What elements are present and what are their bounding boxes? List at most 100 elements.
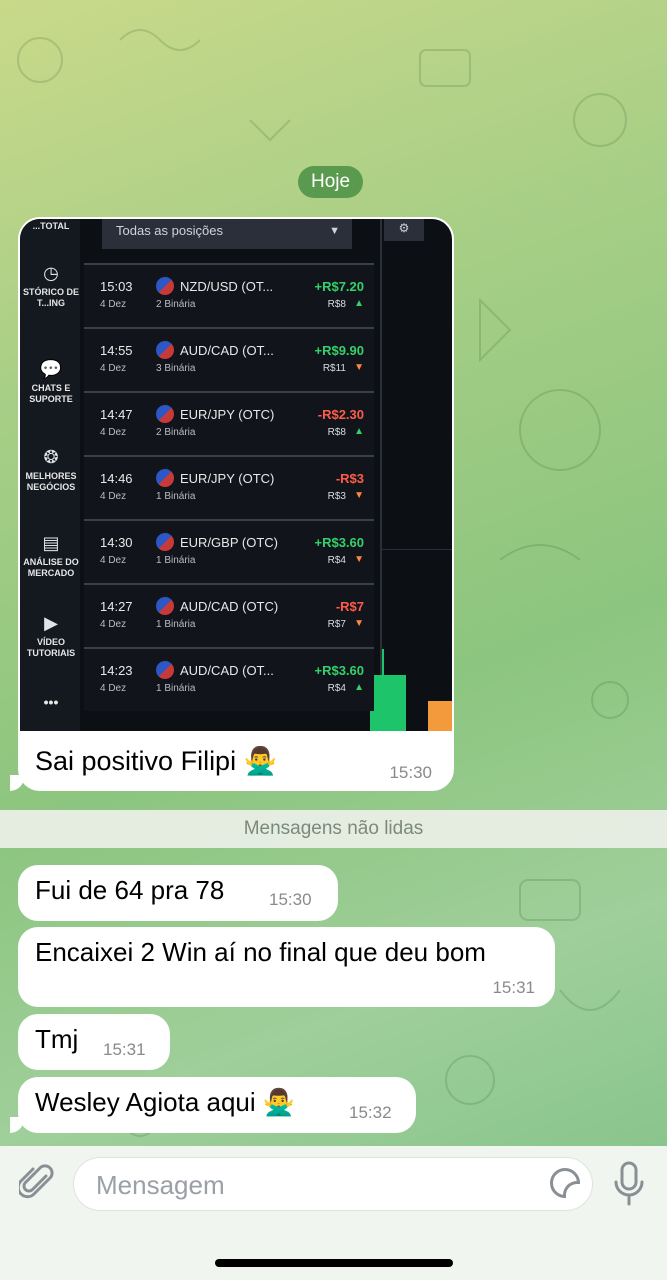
- position-date: 4 Dez: [100, 555, 127, 566]
- position-date: 4 Dez: [100, 683, 127, 694]
- home-indicator: [215, 1259, 453, 1267]
- message-time: 15:31: [492, 978, 535, 997]
- triangle-down-icon: ▼: [354, 362, 364, 373]
- triangle-down-icon: ▼: [354, 618, 364, 629]
- date-separator: Hoje: [298, 166, 364, 198]
- positions-filter-dropdown: Todas as posições ▼: [102, 219, 352, 249]
- position-row: 14:23 4 Dez AUD/CAD (OT... 1 Binária +R$3.60…: [84, 647, 374, 711]
- more-icon: •••: [43, 694, 59, 710]
- position-date: 4 Dez: [100, 619, 127, 630]
- message-input[interactable]: Mensagem: [73, 1157, 593, 1211]
- position-pnl: +R$3.60: [314, 663, 364, 678]
- position-date: 4 Dez: [100, 427, 127, 438]
- message-bubble[interactable]: Fui de 64 pra 78 15:30: [18, 865, 338, 921]
- position-time: 14:23: [100, 663, 133, 678]
- filter-label: Todas as posições: [116, 223, 223, 238]
- sidebar-header: ...TOTAL: [32, 221, 70, 231]
- sidebar-item-label: ANÁLISE DO MERCADO: [23, 557, 79, 578]
- position-time: 14:47: [100, 407, 133, 422]
- message-time: 15:30: [269, 890, 312, 909]
- message-input-placeholder: Mensagem: [96, 1170, 225, 1200]
- position-pair: AUD/CAD (OTC): [180, 599, 279, 614]
- chart-gridline: [380, 549, 452, 550]
- photo-caption: Sai positivo Filipi 🙅‍♂️: [35, 746, 278, 776]
- trading-screenshot-photo[interactable]: ...TOTAL ◷ STÓRICO DE T...ING 💬 CHATS E …: [20, 219, 452, 731]
- chat-icon: 💬: [39, 359, 63, 379]
- message-time: 15:31: [103, 1040, 146, 1059]
- message-bubble[interactable]: Tmj 15:31: [18, 1014, 170, 1070]
- currency-flag-icon: [156, 661, 174, 679]
- sidebar-item-label: MELHORES NEGÓCIOS: [25, 471, 77, 492]
- trading-sidebar: ...TOTAL ◷ STÓRICO DE T...ING 💬 CHATS E …: [20, 219, 80, 731]
- sidebar-item-label: VÍDEO TUTORIAIS: [26, 637, 76, 658]
- paperclip-icon[interactable]: [16, 1162, 57, 1206]
- position-pair: EUR/GBP (OTC): [180, 535, 278, 550]
- triangle-up-icon: ▲: [354, 298, 364, 309]
- sticker-icon[interactable]: [550, 1168, 580, 1198]
- sidebar-item-best-deals: ❂ MELHORES NEGÓCIOS: [20, 447, 82, 493]
- position-date: 4 Dez: [100, 299, 127, 310]
- triangle-up-icon: ▲: [354, 682, 364, 693]
- green-candle: [370, 675, 406, 731]
- position-type: 1 Binária: [156, 555, 196, 566]
- position-type: 2 Binária: [156, 427, 196, 438]
- sidebar-item-label: STÓRICO DE T...ING: [22, 287, 79, 308]
- position-pnl: +R$9.90: [314, 343, 364, 358]
- position-amount: R$8: [327, 299, 346, 310]
- position-amount: R$4: [327, 555, 346, 566]
- position-amount: R$4: [327, 683, 346, 694]
- message-text: Fui de 64 pra 78: [35, 875, 225, 905]
- medal-icon: ❂: [43, 447, 59, 467]
- position-pair: EUR/JPY (OTC): [180, 407, 275, 422]
- orange-candle: [428, 701, 452, 731]
- message-text: Wesley Agiota aqui 🙅‍♂️: [35, 1087, 296, 1117]
- position-type: 2 Binária: [156, 299, 196, 310]
- play-icon: ▶: [44, 613, 58, 633]
- position-pnl: -R$3: [335, 471, 364, 486]
- candle-wick: [382, 649, 384, 675]
- position-time: 15:03: [100, 279, 133, 294]
- position-amount: R$8: [327, 427, 346, 438]
- sidebar-item-market-analysis: ▤ ANÁLISE DO MERCADO: [20, 533, 82, 579]
- position-pair: AUD/CAD (OT...: [180, 663, 274, 678]
- position-row: 15:03 4 Dez NZD/USD (OT... 2 Binária +R$7.20…: [84, 263, 374, 327]
- settings-icon: ⚙: [384, 219, 424, 241]
- currency-flag-icon: [156, 597, 174, 615]
- position-row: 14:30 4 Dez EUR/GBP (OTC) 1 Binária +R$3.60 R…: [84, 519, 374, 583]
- position-row: 14:27 4 Dez AUD/CAD (OTC) 1 Binária -R$7 R$7 ▼: [84, 583, 374, 647]
- position-pnl: +R$3.60: [314, 535, 364, 550]
- unread-messages-separator: Mensagens não lidas: [0, 810, 667, 848]
- photo-message-bubble[interactable]: ...TOTAL ◷ STÓRICO DE T...ING 💬 CHATS E …: [18, 217, 454, 791]
- position-date: 4 Dez: [100, 491, 127, 502]
- sidebar-item-chats: 💬 CHATS E SUPORTE: [20, 359, 82, 405]
- position-type: 1 Binária: [156, 491, 196, 502]
- newspaper-icon: ▤: [42, 533, 60, 553]
- position-row: 14:55 4 Dez AUD/CAD (OT... 3 Binária +R$9.90…: [84, 327, 374, 391]
- position-pnl: -R$7: [335, 599, 364, 614]
- message-text: Encaixei 2 Win aí no final que deu bom: [35, 937, 486, 967]
- message-bubble[interactable]: Wesley Agiota aqui 🙅‍♂️ 15:32: [18, 1077, 416, 1133]
- position-time: 14:46: [100, 471, 133, 486]
- sidebar-item-history: ◷ STÓRICO DE T...ING: [20, 263, 82, 309]
- triangle-up-icon: ▲: [354, 426, 364, 437]
- currency-flag-icon: [156, 533, 174, 551]
- position-pnl: +R$7.20: [314, 279, 364, 294]
- currency-flag-icon: [156, 469, 174, 487]
- microphone-icon[interactable]: [612, 1160, 646, 1208]
- sidebar-item-video-tutorials: ▶ VÍDEO TUTORIAIS: [20, 613, 82, 659]
- position-pnl: -R$2.30: [317, 407, 364, 422]
- chevron-down-icon: ▼: [329, 225, 340, 237]
- message-bubble[interactable]: Encaixei 2 Win aí no final que deu bom 1…: [18, 927, 555, 1007]
- currency-flag-icon: [156, 405, 174, 423]
- position-row: 14:46 4 Dez EUR/JPY (OTC) 1 Binária -R$3 R$3 ▼: [84, 455, 374, 519]
- position-time: 14:55: [100, 343, 133, 358]
- message-time: 15:32: [349, 1103, 392, 1122]
- currency-flag-icon: [156, 341, 174, 359]
- position-pair: EUR/JPY (OTC): [180, 471, 275, 486]
- position-amount: R$7: [327, 619, 346, 630]
- position-type: 1 Binária: [156, 619, 196, 630]
- message-time: 15:30: [389, 763, 432, 782]
- triangle-down-icon: ▼: [354, 554, 364, 565]
- currency-flag-icon: [156, 277, 174, 295]
- position-time: 14:30: [100, 535, 133, 550]
